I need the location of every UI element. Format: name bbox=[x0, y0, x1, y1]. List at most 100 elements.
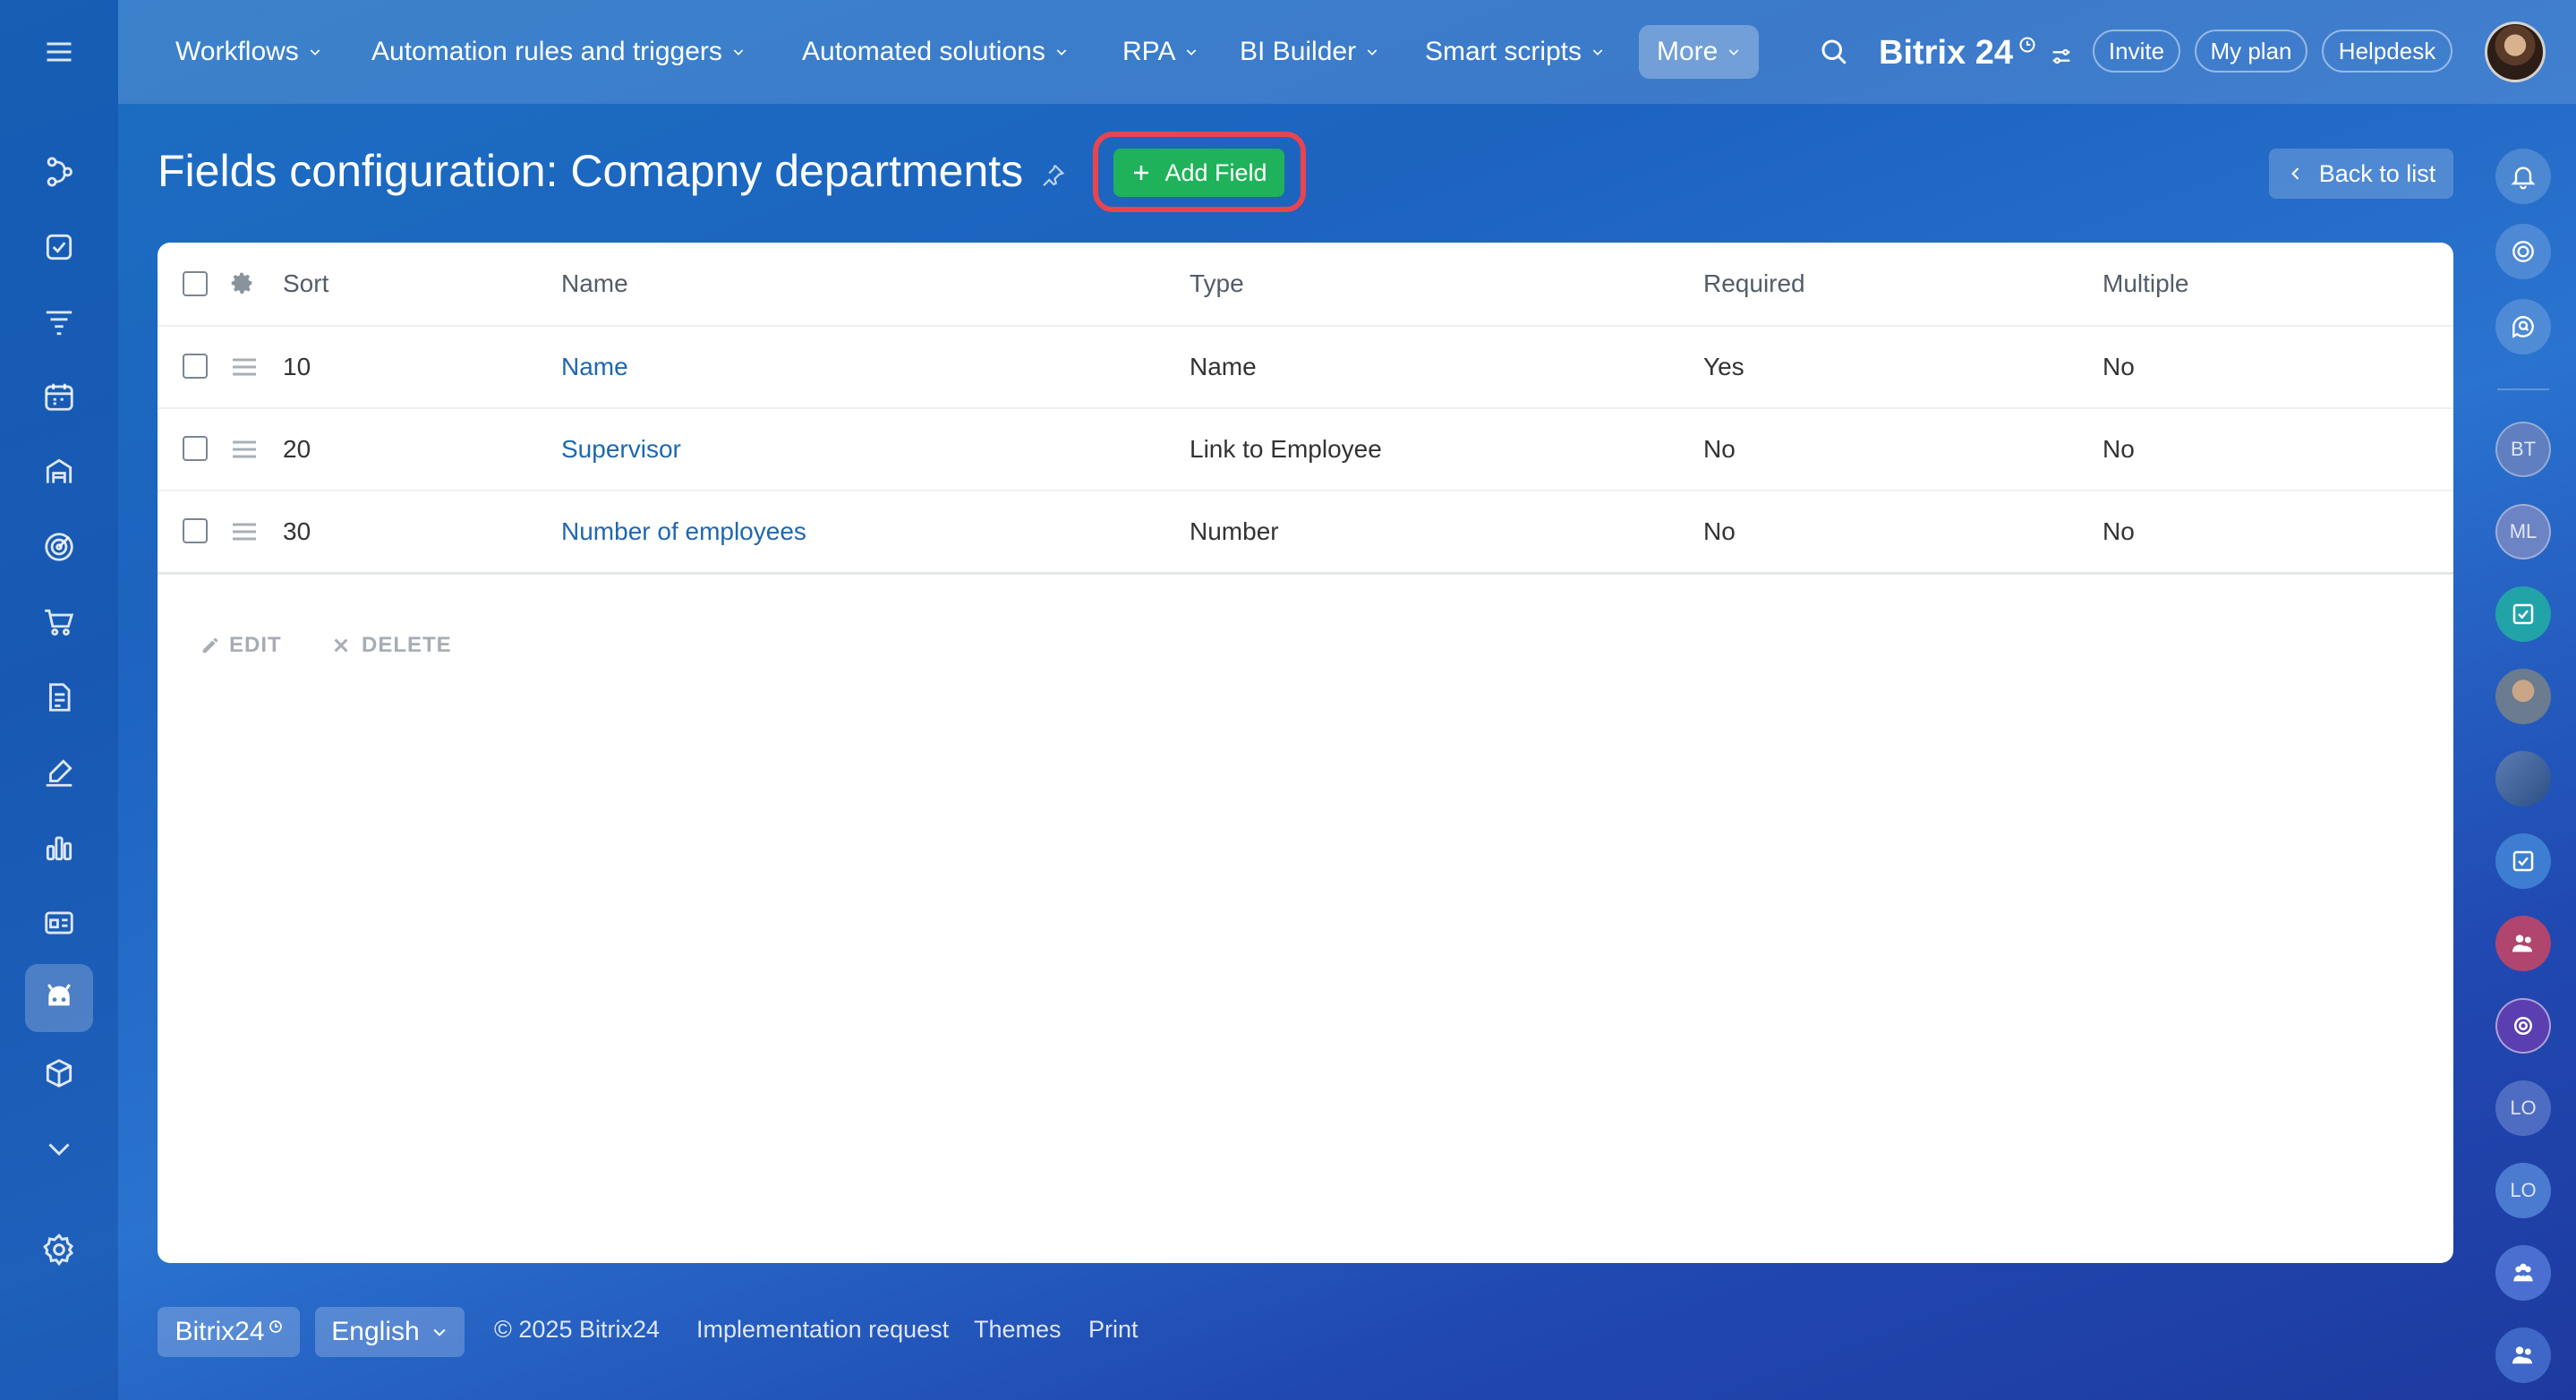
print-link[interactable]: Print bbox=[1088, 1316, 1139, 1344]
avatar-initials: ML bbox=[2509, 520, 2538, 542]
chat-avatar[interactable] bbox=[2495, 751, 2551, 807]
chat-avatar[interactable] bbox=[2495, 669, 2551, 724]
chevron-down-icon bbox=[1729, 49, 1739, 55]
field-name-link[interactable]: Name bbox=[561, 327, 628, 407]
column-header-sort[interactable]: Sort bbox=[283, 243, 328, 325]
table-row[interactable]: 30 Number of employees Number No No bbox=[158, 491, 2453, 575]
bell-icon[interactable] bbox=[2495, 149, 2551, 204]
group-chat-icon[interactable] bbox=[2495, 1245, 2551, 1301]
funnel-icon[interactable] bbox=[25, 288, 93, 356]
row-checkbox[interactable] bbox=[183, 436, 208, 461]
chat-avatar[interactable]: ML bbox=[2495, 504, 2551, 559]
invite-button[interactable]: Invite bbox=[2093, 30, 2180, 73]
column-header-label: Sort bbox=[283, 269, 329, 297]
nav-smart-scripts[interactable]: Smart scripts bbox=[1425, 25, 1605, 79]
box-icon[interactable] bbox=[25, 1039, 93, 1107]
search-icon[interactable] bbox=[1818, 36, 1850, 68]
signature-icon[interactable] bbox=[25, 738, 93, 807]
nav-automated-solutions[interactable]: Automated solutions bbox=[802, 25, 1069, 79]
field-name-link[interactable]: Number of employees bbox=[561, 491, 806, 572]
nav-label: BI Builder bbox=[1240, 37, 1357, 66]
page-title: Fields configuration: Comapny department… bbox=[158, 145, 1066, 197]
row-checkbox[interactable] bbox=[183, 354, 208, 379]
add-field-button[interactable]: Add Field bbox=[1113, 149, 1284, 197]
chevron-down-icon[interactable] bbox=[25, 1114, 93, 1182]
chevron-down-icon bbox=[433, 1328, 446, 1336]
delete-button[interactable]: DELETE bbox=[331, 633, 452, 658]
helpdesk-button[interactable]: Helpdesk bbox=[2322, 30, 2452, 73]
flow-icon[interactable] bbox=[25, 138, 93, 206]
chat-avatar[interactable]: LO bbox=[2495, 1080, 2551, 1136]
nav-more[interactable]: More bbox=[1639, 25, 1760, 79]
nav-bi-builder[interactable]: BI Builder bbox=[1240, 25, 1379, 79]
pin-icon[interactable] bbox=[1039, 162, 1066, 189]
select-all-checkbox[interactable] bbox=[183, 271, 208, 296]
drag-handle-icon[interactable] bbox=[231, 520, 258, 543]
calendar-icon[interactable] bbox=[25, 363, 93, 431]
divider bbox=[2497, 388, 2549, 390]
chevron-left-icon bbox=[2290, 167, 2299, 180]
nav-label: RPA bbox=[1122, 37, 1176, 66]
document-icon[interactable] bbox=[25, 663, 93, 731]
task-icon[interactable] bbox=[25, 213, 93, 281]
group-chat-icon[interactable] bbox=[2495, 1327, 2551, 1383]
implementation-request-link[interactable]: Implementation request bbox=[696, 1316, 949, 1344]
column-header-name[interactable]: Name bbox=[561, 243, 628, 325]
edit-button[interactable]: EDIT bbox=[200, 633, 282, 658]
sliders-icon[interactable] bbox=[2049, 44, 2074, 69]
chevron-down-icon bbox=[310, 49, 320, 55]
column-header-type[interactable]: Type bbox=[1190, 243, 1244, 325]
column-header-required[interactable]: Required bbox=[1703, 243, 1805, 325]
target-icon[interactable] bbox=[25, 513, 93, 581]
field-name-link[interactable]: Supervisor bbox=[561, 409, 681, 490]
copilot-icon[interactable] bbox=[2495, 224, 2551, 279]
chat-avatar[interactable]: BT bbox=[2495, 422, 2551, 477]
back-to-list-button[interactable]: Back to list bbox=[2269, 149, 2453, 199]
drag-handle-icon[interactable] bbox=[231, 438, 258, 461]
my-plan-button[interactable]: My plan bbox=[2195, 30, 2307, 73]
avatar[interactable] bbox=[2485, 21, 2546, 82]
nav-workflows[interactable]: Workflows bbox=[175, 25, 322, 79]
menu-icon[interactable] bbox=[25, 18, 93, 86]
nav-automation-rules[interactable]: Automation rules and triggers bbox=[371, 25, 746, 79]
drag-handle-icon[interactable] bbox=[231, 355, 258, 379]
nav-label: Automation rules and triggers bbox=[371, 37, 722, 66]
group-chat-icon[interactable] bbox=[2495, 916, 2551, 971]
table-row[interactable]: 20 Supervisor Link to Employee No No bbox=[158, 409, 2453, 491]
task-chat-icon[interactable] bbox=[2495, 586, 2551, 642]
gear-icon[interactable] bbox=[228, 269, 255, 296]
footer-brand-label: Bitrix24 bbox=[175, 1317, 265, 1346]
analytics-icon[interactable] bbox=[25, 814, 93, 882]
clock-icon bbox=[2019, 37, 2035, 53]
delete-label: DELETE bbox=[362, 633, 452, 657]
column-header-label: Multiple bbox=[2103, 269, 2189, 297]
robot-icon[interactable] bbox=[25, 964, 93, 1032]
field-required: No bbox=[1703, 517, 1736, 545]
store-icon[interactable] bbox=[25, 438, 93, 506]
copilot-chat-icon[interactable] bbox=[2495, 998, 2551, 1054]
field-type: Number bbox=[1190, 517, 1279, 545]
table-row[interactable]: 10 Name Name Yes No bbox=[158, 327, 2453, 409]
chevron-down-icon bbox=[733, 49, 744, 55]
brand-logo[interactable]: Bitrix 24 bbox=[1879, 30, 2074, 75]
task-chat-icon[interactable] bbox=[2495, 833, 2551, 889]
clock-icon bbox=[269, 1320, 282, 1333]
chat-search-icon[interactable] bbox=[2495, 299, 2551, 354]
sort-value: 20 bbox=[283, 435, 311, 463]
card-icon[interactable] bbox=[25, 889, 93, 957]
footer-brand-button[interactable]: Bitrix24 bbox=[158, 1307, 300, 1357]
field-multiple: No bbox=[2103, 517, 2135, 545]
themes-link[interactable]: Themes bbox=[974, 1316, 1062, 1344]
copyright-text: © 2025 Bitrix24 bbox=[494, 1316, 660, 1343]
language-select[interactable]: English bbox=[315, 1307, 465, 1357]
row-checkbox[interactable] bbox=[183, 518, 208, 543]
settings-icon[interactable] bbox=[25, 1216, 93, 1284]
pencil-icon bbox=[202, 637, 218, 653]
cart-icon[interactable] bbox=[25, 588, 93, 656]
avatar-initials: BT bbox=[2510, 438, 2537, 460]
nav-rpa[interactable]: RPA bbox=[1122, 25, 1198, 79]
page-title-text: Fields configuration: Comapny department… bbox=[158, 146, 1024, 196]
column-header-multiple[interactable]: Multiple bbox=[2103, 243, 2188, 325]
brand-name: Bitrix 24 bbox=[1879, 33, 2013, 72]
chat-avatar[interactable]: LO bbox=[2495, 1163, 2551, 1218]
